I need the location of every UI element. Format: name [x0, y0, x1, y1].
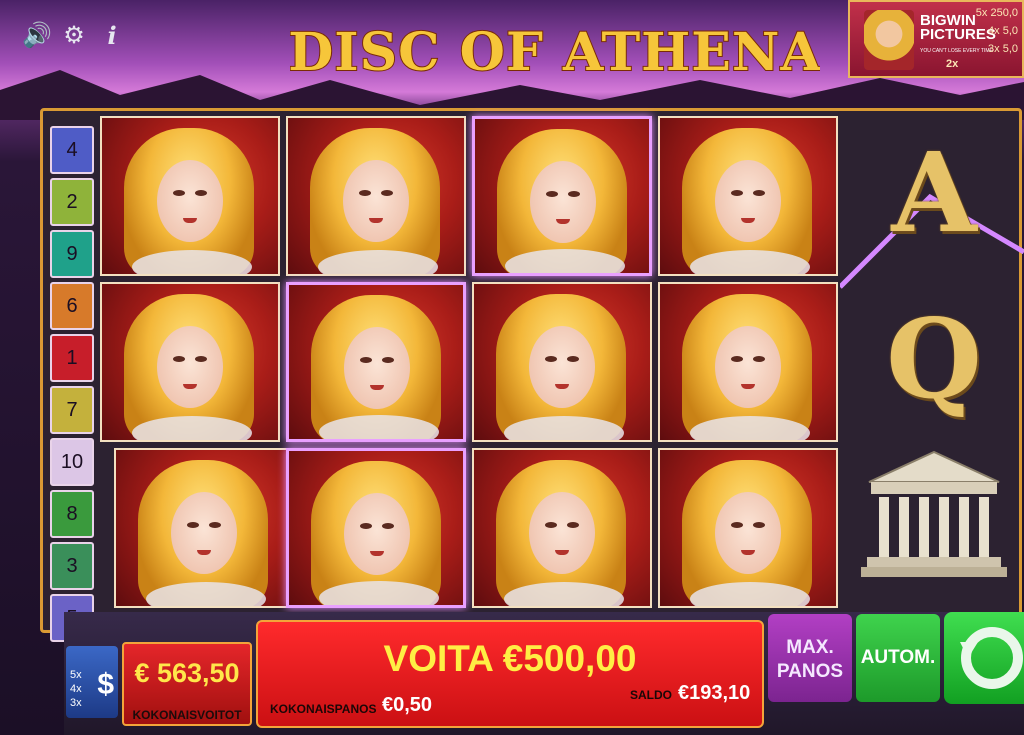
watermark-panel: BIGWIN PICTURES YOU CAN'T LOSE EVERY TIM… — [848, 0, 1024, 78]
watermark-multiplier: 2x — [946, 58, 959, 70]
payline-number: 9 — [50, 230, 94, 278]
payline-ladder: 42961710835 — [50, 126, 98, 646]
sound-icon[interactable]: 🔊 — [22, 22, 52, 50]
payline-number: 7 — [50, 386, 94, 434]
athena-symbol — [100, 116, 280, 276]
payline-number: 8 — [50, 490, 94, 538]
spin-button[interactable] — [944, 612, 1024, 704]
gear-icon[interactable]: ⚙ — [60, 22, 88, 50]
athena-symbol — [286, 282, 466, 442]
athena-symbol — [472, 282, 652, 442]
temple-icon — [846, 432, 1022, 592]
coin-selector-button[interactable]: 5x 4x 3x $ — [66, 646, 118, 718]
athena-symbol — [658, 282, 838, 442]
reel-column-5: A Q — [846, 112, 1022, 602]
watermark-avatar — [864, 10, 914, 70]
payline-number: 10 — [50, 438, 94, 486]
payline-number: 1 — [50, 334, 94, 382]
total-win-value: € 563,50 — [134, 658, 240, 688]
reel-grid — [96, 112, 844, 620]
dollar-icon: $ — [97, 668, 114, 701]
refresh-icon — [960, 627, 1023, 689]
payline-number: 4 — [50, 126, 94, 174]
symbol-queen: Q — [886, 293, 982, 423]
balance-value: €193,10 — [678, 682, 751, 704]
total-win-panel: € 563,50 KOKONAISVOITOT — [122, 642, 252, 726]
payline-number: 6 — [50, 282, 94, 330]
win-message-panel: VOITA €500,00 KOKONAISPANOS €0,50 SALDO … — [256, 620, 764, 728]
athena-symbol — [658, 448, 838, 608]
payline-number: 2 — [50, 178, 94, 226]
athena-symbol — [286, 448, 466, 608]
athena-symbol — [472, 116, 652, 276]
top-toolbar: 🔊 ⚙ i — [22, 22, 126, 50]
total-win-label: KOKONAISVOITOT — [132, 708, 242, 722]
autoplay-button[interactable]: AUTOM. — [856, 614, 940, 702]
coin-options: 5x 4x 3x — [70, 669, 82, 709]
total-bet-value: €0,50 — [382, 694, 433, 716]
total-bet-label: KOKONAISPANOS — [270, 702, 377, 716]
athena-symbol — [286, 116, 466, 276]
athena-symbol — [100, 282, 280, 442]
balance-label: SALDO — [630, 688, 672, 702]
symbol-ace: A — [891, 127, 977, 257]
payline-number: 3 — [50, 542, 94, 590]
max-bet-button[interactable]: MAX. PANOS — [768, 614, 852, 702]
win-message: VOITA €500,00 — [383, 638, 637, 679]
athena-symbol — [472, 448, 652, 608]
info-icon[interactable]: i — [98, 22, 126, 50]
watermark-paytable: 5x 250,0 4x 5,0 3x 5,0 — [975, 7, 1018, 55]
game-title: DISC OF ATHENA — [290, 22, 820, 83]
athena-symbol — [658, 116, 838, 276]
game-title-logo: DISC OF ATHENA — [290, 21, 820, 84]
athena-symbol — [114, 448, 294, 608]
